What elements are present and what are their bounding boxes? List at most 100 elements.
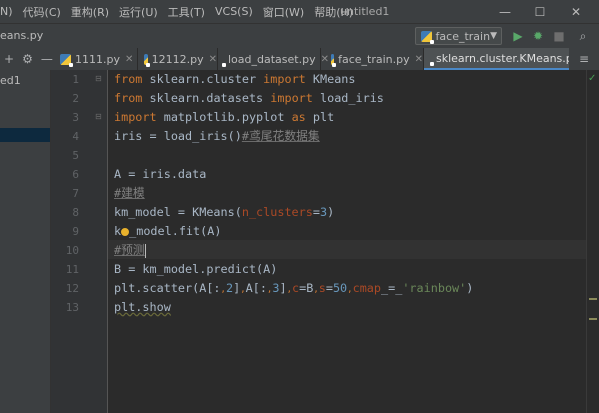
- import-name: KMeans: [305, 72, 356, 86]
- line-number: 11: [65, 263, 79, 276]
- add-icon[interactable]: +: [0, 52, 18, 66]
- code-line-13[interactable]: plt.show: [114, 298, 171, 317]
- run-configuration-select[interactable]: face_train ▼: [415, 27, 502, 45]
- code-line-4[interactable]: iris = load_iris()#鸢尾花数据集: [114, 127, 320, 146]
- gear-icon[interactable]: ⚙: [18, 52, 37, 66]
- code-line-12[interactable]: plt.scatter(A[:,2],A[:,3],c=B,s=50,cmap_…: [114, 279, 473, 298]
- code-text: plt.show: [114, 300, 171, 314]
- tab-1111[interactable]: 1111.py ✕: [54, 48, 138, 70]
- code-text: k: [114, 224, 122, 238]
- fold-icon[interactable]: ⊟: [95, 74, 102, 83]
- warning-marker[interactable]: [589, 318, 597, 320]
- line-number: 4: [72, 130, 79, 143]
- code-text: plt.scatter(A[:: [114, 281, 221, 295]
- check-icon[interactable]: ✓: [588, 73, 596, 84]
- line-number: 13: [65, 301, 79, 314]
- maximize-button[interactable]: ☐: [524, 0, 556, 23]
- code-text: A[:: [245, 281, 267, 295]
- code-line-6[interactable]: A = iris.data: [114, 165, 206, 184]
- close-window-button[interactable]: ✕: [560, 0, 592, 23]
- tab-12112[interactable]: 12112.py ✕: [138, 48, 218, 70]
- menu-navigate[interactable]: N): [0, 5, 18, 18]
- tab-kmeans[interactable]: sklearn.cluster.KMeans.py: [424, 48, 572, 70]
- tab-face-train[interactable]: face_train.py ✕: [321, 48, 424, 70]
- selected-tree-row[interactable]: [0, 128, 50, 142]
- close-icon[interactable]: ✕: [125, 54, 133, 65]
- python-file-icon: [60, 53, 73, 67]
- debug-icon[interactable]: ✹: [530, 28, 546, 44]
- menu-bar: N) 代码(C) 重构(R) 运行(U) 工具(T) VCS(S) 窗口(W) …: [0, 0, 599, 23]
- code-text: ): [466, 281, 474, 295]
- code-line-8[interactable]: km_model = KMeans(n_clusters=3): [114, 203, 334, 222]
- text-caret: [144, 243, 146, 258]
- code-line-10[interactable]: #预测: [114, 241, 146, 260]
- close-icon[interactable]: ✕: [415, 54, 423, 65]
- menu-vcs[interactable]: VCS(S): [210, 5, 258, 18]
- fold-icon[interactable]: ⊟: [95, 112, 102, 121]
- python-file-icon: [331, 53, 337, 67]
- code-line-11[interactable]: B = km_model.predict(A): [114, 260, 277, 279]
- lightbulb-icon[interactable]: [121, 227, 130, 236]
- code-line-2[interactable]: from sklearn.datasets import load_iris: [114, 89, 384, 108]
- code-line-9[interactable]: k _model.fit(A): [114, 222, 221, 241]
- param-name: cmap: [352, 281, 382, 295]
- keyword: import: [270, 91, 313, 105]
- operator: _=_: [381, 281, 403, 295]
- code-editor[interactable]: from sklearn.cluster import KMeans from …: [108, 70, 599, 413]
- code-text: ]: [279, 281, 287, 295]
- line-number: 10: [65, 244, 79, 257]
- search-icon[interactable]: ⌕: [575, 28, 591, 44]
- comment: #预测: [114, 243, 145, 257]
- string-literal: 'rainbow': [402, 281, 467, 295]
- line-number: 8: [72, 206, 79, 219]
- python-file-icon: [144, 53, 150, 67]
- menu-code[interactable]: 代码(C): [18, 4, 66, 20]
- tab-label: sklearn.cluster.KMeans.py: [436, 51, 572, 65]
- import-name: load_iris: [312, 91, 384, 105]
- close-icon[interactable]: ✕: [209, 54, 217, 65]
- line-number: 7: [72, 187, 79, 200]
- error-stripe[interactable]: ✓: [586, 70, 599, 413]
- stop-icon[interactable]: ■: [551, 28, 567, 44]
- line-number: 1: [72, 73, 79, 86]
- module-name: sklearn.cluster: [142, 72, 264, 86]
- line-number: 12: [65, 282, 79, 295]
- number: 2: [225, 281, 234, 295]
- param-name: n_clusters: [241, 205, 313, 219]
- keyword: from: [114, 72, 143, 86]
- code-text: =B: [299, 281, 314, 295]
- module-name: sklearn.datasets: [142, 91, 271, 105]
- tab-label: 1111.py: [75, 52, 120, 66]
- module-name: matplotlib.pyplot: [156, 110, 292, 124]
- import-name: plt: [305, 110, 335, 124]
- code-line-3[interactable]: import matplotlib.pyplot as plt: [114, 108, 334, 127]
- project-toolbar: + ⚙ —: [0, 48, 57, 70]
- tab-load-dataset[interactable]: load_dataset.py ✕: [218, 48, 329, 70]
- keyword: as: [291, 110, 306, 124]
- run-icon[interactable]: ▶: [510, 28, 526, 44]
- tabs-overflow-icon[interactable]: ≡: [569, 48, 599, 70]
- operator: =: [312, 205, 320, 219]
- keyword: from: [114, 91, 143, 105]
- code-line-7[interactable]: #建模: [114, 184, 145, 203]
- project-root-item[interactable]: ed1: [0, 74, 21, 87]
- code-line-1[interactable]: from sklearn.cluster import KMeans: [114, 70, 356, 89]
- menu-tools[interactable]: 工具(T): [163, 4, 210, 20]
- keyword: import: [114, 110, 157, 124]
- code-text: ): [327, 205, 335, 219]
- comment: #建模: [114, 186, 145, 200]
- keyword: import: [263, 72, 306, 86]
- line-number: 3: [72, 111, 79, 124]
- warning-marker[interactable]: [589, 298, 597, 300]
- minimize-button[interactable]: —: [489, 0, 521, 23]
- menu-refactor[interactable]: 重构(R): [66, 4, 114, 20]
- code-text: A = iris.data: [114, 167, 207, 181]
- project-panel: ed1: [0, 70, 51, 413]
- breadcrumb-file[interactable]: eans.py: [0, 29, 43, 42]
- python-file-icon: [421, 30, 433, 44]
- current-line-highlight: [108, 240, 599, 259]
- menu-window[interactable]: 窗口(W): [258, 4, 309, 20]
- menu-run[interactable]: 运行(U): [114, 4, 163, 20]
- line-number: 6: [72, 168, 79, 181]
- number: 50: [332, 281, 348, 295]
